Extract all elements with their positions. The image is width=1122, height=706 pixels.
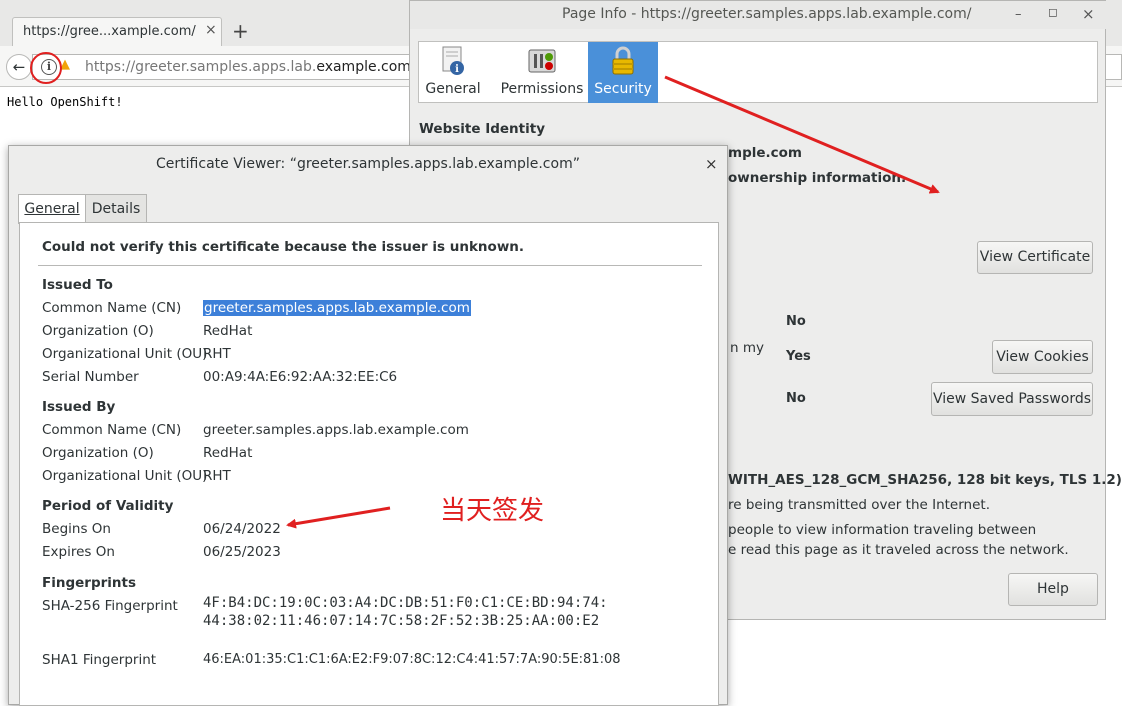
annotation-overlay [286,75,940,529]
annotation-arrow-begins-on [286,506,391,529]
annotation-arrow-certificate [664,75,940,194]
annotation-issued-same-day: 当天签发 [440,496,545,526]
